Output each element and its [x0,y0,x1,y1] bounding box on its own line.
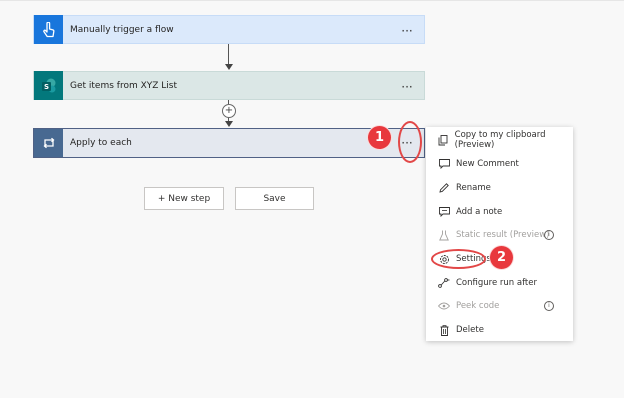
get-items-more-options-button[interactable]: ··· [398,72,416,101]
menu-item-label: Configure run after [456,278,537,288]
insert-step-button[interactable]: + [222,104,236,118]
step-badge-2: 2 [490,246,513,269]
trigger-card-title: Manually trigger a flow [70,24,174,35]
menu-item-label: Add a note [456,207,503,217]
menu-item-peek-code: Peek code i [426,296,573,316]
menu-item-label: Rename [456,183,491,193]
menu-item-new-comment[interactable]: New Comment [426,154,573,174]
new-step-button[interactable]: + New step [144,187,224,210]
menu-item-label: Delete [456,325,484,335]
eye-icon [438,300,450,312]
highlight-oval-more-options [398,121,422,163]
run-after-icon [438,277,450,289]
info-icon[interactable]: i [544,301,554,311]
menu-item-label: Peek code [456,301,500,311]
apply-to-each-card[interactable]: Apply to each ··· [33,128,425,158]
insert-step-label: + [224,105,234,116]
action-context-menu: Copy to my clipboard (Preview) New Comme… [426,127,573,341]
menu-item-configure-run-after[interactable]: Configure run after [426,273,573,293]
pencil-icon [438,182,450,194]
step-badge-1: 1 [368,126,391,149]
get-items-card[interactable]: S Get items from XYZ List ··· [33,71,425,100]
connector-line-1 [228,44,229,66]
info-icon[interactable]: i [544,230,554,240]
flask-icon [438,229,450,241]
menu-item-add-note[interactable]: Add a note [426,202,573,222]
svg-text:S: S [43,83,48,91]
menu-item-copy-clipboard[interactable]: Copy to my clipboard (Preview) [426,130,573,150]
connector-arrow-1 [224,64,233,70]
menu-item-rename[interactable]: Rename [426,178,573,198]
menu-item-static-result: Static result (Preview) i [426,225,573,245]
menu-item-label: Copy to my clipboard (Preview) [454,130,546,150]
menu-item-label: Static result (Preview) [456,230,550,240]
apply-to-each-card-title: Apply to each [70,138,132,148]
get-items-card-title: Get items from XYZ List [70,80,178,91]
connector-arrow-2 [224,121,233,127]
trash-icon [438,324,450,336]
loop-icon [34,129,63,157]
save-button[interactable]: Save [235,187,314,210]
trigger-more-options-button[interactable]: ··· [398,16,416,45]
sharepoint-icon: S [34,71,63,100]
top-divider [0,0,624,1]
comment-icon [438,158,450,170]
trigger-card[interactable]: Manually trigger a flow ··· [33,15,425,44]
menu-item-delete[interactable]: Delete [426,320,573,340]
hand-pointer-icon [34,15,63,44]
note-icon [438,206,450,218]
copy-icon [438,134,449,146]
menu-item-label: New Comment [456,159,519,169]
highlight-oval-settings [431,249,486,269]
